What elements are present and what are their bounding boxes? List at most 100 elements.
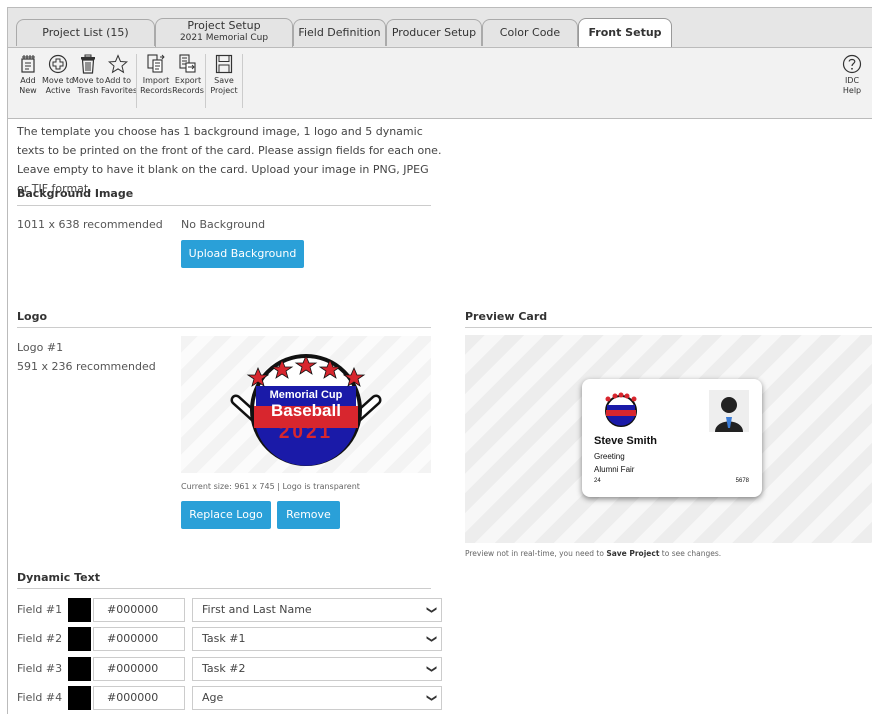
color-hex-input[interactable]: #000000 <box>93 598 185 622</box>
replace-logo-button[interactable]: Replace Logo <box>181 501 271 529</box>
background-status: No Background <box>181 218 266 231</box>
export-icon <box>179 54 196 73</box>
logo-recommended: 591 x 236 recommended <box>17 360 156 373</box>
export-records-button[interactable]: Export Records <box>171 54 205 96</box>
tab-project-list[interactable]: Project List (15) <box>16 19 155 46</box>
color-swatch[interactable] <box>68 657 91 681</box>
color-swatch[interactable] <box>68 686 91 710</box>
field-select-value: Task #1 <box>202 632 246 645</box>
background-divider <box>17 205 431 206</box>
help-icon <box>842 54 862 74</box>
toolbar: Add New Move to Active Move to Trash Add to… <box>8 48 872 119</box>
toolbar-divider <box>136 54 137 108</box>
save-project-button[interactable]: Save Project <box>207 54 241 96</box>
color-swatch[interactable] <box>68 627 91 651</box>
field-row: Field #3 #000000 Task #2 ❯ <box>12 657 442 681</box>
logo-item-label: Logo #1 <box>17 341 64 354</box>
tab-project-setup[interactable]: Project Setup 2021 Memorial Cup <box>155 18 293 47</box>
tab-color-code[interactable]: Color Code <box>482 19 578 46</box>
field-select[interactable]: Task #1 ❯ <box>192 627 442 651</box>
field-select-value: Age <box>202 691 224 704</box>
preview-note-bold: Save Project <box>606 549 660 558</box>
card-line1: Greeting <box>594 452 625 461</box>
add-new-label-2: New <box>19 86 37 95</box>
field-select[interactable]: Age ❯ <box>192 686 442 710</box>
card-logo <box>605 392 637 427</box>
export-records-label-2: Records <box>172 86 204 95</box>
move-to-active-label-1: Move to <box>41 76 75 85</box>
field-row: Field #4 #000000 Age ❯ <box>12 686 442 710</box>
field-label: Field #4 <box>17 691 63 704</box>
tab-project-setup-label: Project Setup <box>187 19 261 32</box>
field-label: Field #2 <box>17 632 63 645</box>
field-label: Field #3 <box>17 662 63 675</box>
preview-note: Preview not in real-time, you need to Sa… <box>465 549 721 558</box>
tab-producer-setup[interactable]: Producer Setup <box>386 19 482 46</box>
idc-help-button[interactable]: IDC Help <box>835 54 869 96</box>
move-to-active-label-2: Active <box>45 86 71 95</box>
card-line2: Alumni Fair <box>594 465 635 474</box>
color-hex-input[interactable]: #000000 <box>93 686 185 710</box>
move-to-trash-label-2: Trash <box>77 86 99 95</box>
import-icon <box>147 54 165 73</box>
toolbar-divider <box>242 54 243 108</box>
save-project-label-1: Save <box>214 76 234 85</box>
preview-note-post: to see changes. <box>659 549 722 558</box>
card-name: Steve Smith <box>594 435 657 447</box>
avatar-icon <box>709 390 749 432</box>
move-to-active-button[interactable]: Move to Active <box>41 54 75 96</box>
chevron-down-icon: ❯ <box>425 664 437 674</box>
preview-card: Steve Smith Greeting Alumni Fair 24 5678 <box>582 379 762 497</box>
add-to-favorites-label-1: Add to <box>104 76 132 85</box>
export-records-label-1: Export <box>174 76 202 85</box>
save-project-label-2: Project <box>210 86 238 95</box>
add-to-favorites-label-2: Favorites <box>101 86 138 95</box>
logo-current-size: Current size: 961 x 745 | Logo is transp… <box>181 482 360 491</box>
tab-field-definition[interactable]: Field Definition <box>293 19 386 46</box>
field-select-value: First and Last Name <box>202 603 312 616</box>
color-swatch[interactable] <box>68 598 91 622</box>
field-select[interactable]: First and Last Name ❯ <box>192 598 442 622</box>
logo-text-line1: Memorial Cup <box>269 389 343 401</box>
card-left-number: 24 <box>594 478 601 484</box>
remove-logo-button[interactable]: Remove <box>277 501 340 529</box>
field-select-value: Task #2 <box>202 662 246 675</box>
field-label: Field #1 <box>17 603 63 616</box>
dynamic-text-divider <box>17 588 431 589</box>
new-file-icon <box>21 55 35 73</box>
import-records-button[interactable]: Import Records <box>139 54 173 96</box>
upload-background-button[interactable]: Upload Background <box>181 240 304 268</box>
toolbar-divider <box>205 54 206 108</box>
logo-divider <box>17 327 431 328</box>
card-right-number: 5678 <box>735 478 749 484</box>
import-records-label-1: Import <box>142 76 170 85</box>
preview-heading: Preview Card <box>465 310 548 323</box>
preview-divider <box>465 327 872 328</box>
idc-help-label-2: Help <box>842 86 862 95</box>
color-hex-input[interactable]: #000000 <box>93 657 185 681</box>
chevron-down-icon: ❯ <box>425 605 437 615</box>
field-select[interactable]: Task #2 ❯ <box>192 657 442 681</box>
background-heading: Background Image <box>17 187 134 200</box>
add-new-button[interactable]: Add New <box>11 54 45 96</box>
move-to-trash-button[interactable]: Move to Trash <box>71 54 105 96</box>
star-icon <box>108 54 128 74</box>
tab-bar: Project List (15) Project Setup 2021 Mem… <box>8 8 872 48</box>
add-new-label-1: Add <box>20 76 36 85</box>
plus-circle-icon <box>48 54 68 74</box>
chevron-down-icon: ❯ <box>425 693 437 703</box>
tab-project-setup-sublabel: 2021 Memorial Cup <box>179 33 269 43</box>
field-row: Field #2 #000000 Task #1 ❯ <box>12 627 442 651</box>
color-hex-input[interactable]: #000000 <box>93 627 185 651</box>
background-recommended: 1011 x 638 recommended <box>17 218 163 231</box>
save-icon <box>215 54 233 74</box>
logo-text-line2: Baseball <box>271 401 341 420</box>
import-records-label-2: Records <box>140 86 172 95</box>
logo-heading: Logo <box>17 310 47 323</box>
idc-help-label-1: IDC <box>844 76 860 85</box>
tab-front-setup[interactable]: Front Setup <box>578 18 672 47</box>
field-row: Field #1 #000000 First and Last Name ❯ <box>12 598 442 622</box>
add-to-favorites-button[interactable]: Add to Favorites <box>101 54 138 96</box>
logo-preview: Memorial Cup Baseball 2021 <box>181 336 431 473</box>
dynamic-text-heading: Dynamic Text <box>17 571 100 584</box>
